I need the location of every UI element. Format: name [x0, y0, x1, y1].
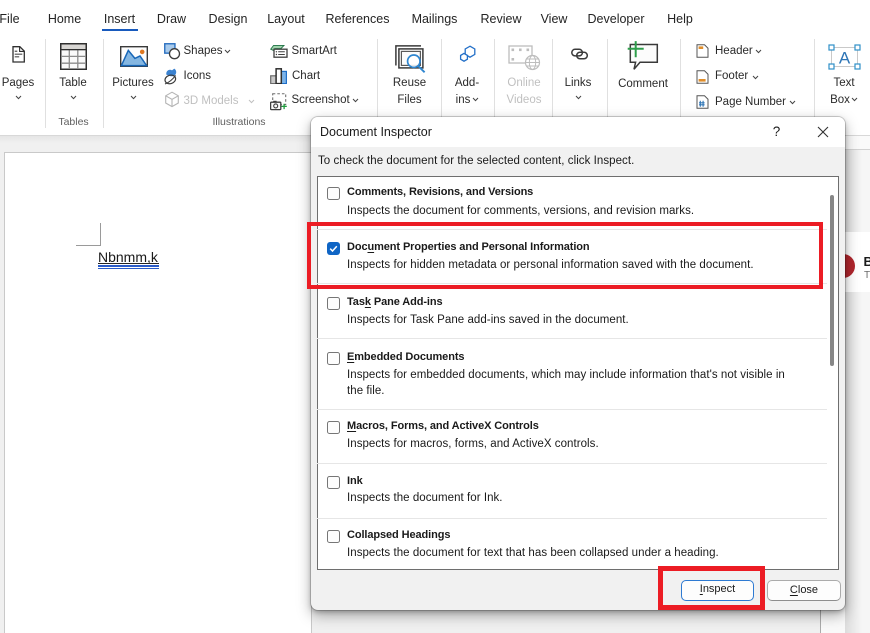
- svg-text:A: A: [839, 48, 851, 67]
